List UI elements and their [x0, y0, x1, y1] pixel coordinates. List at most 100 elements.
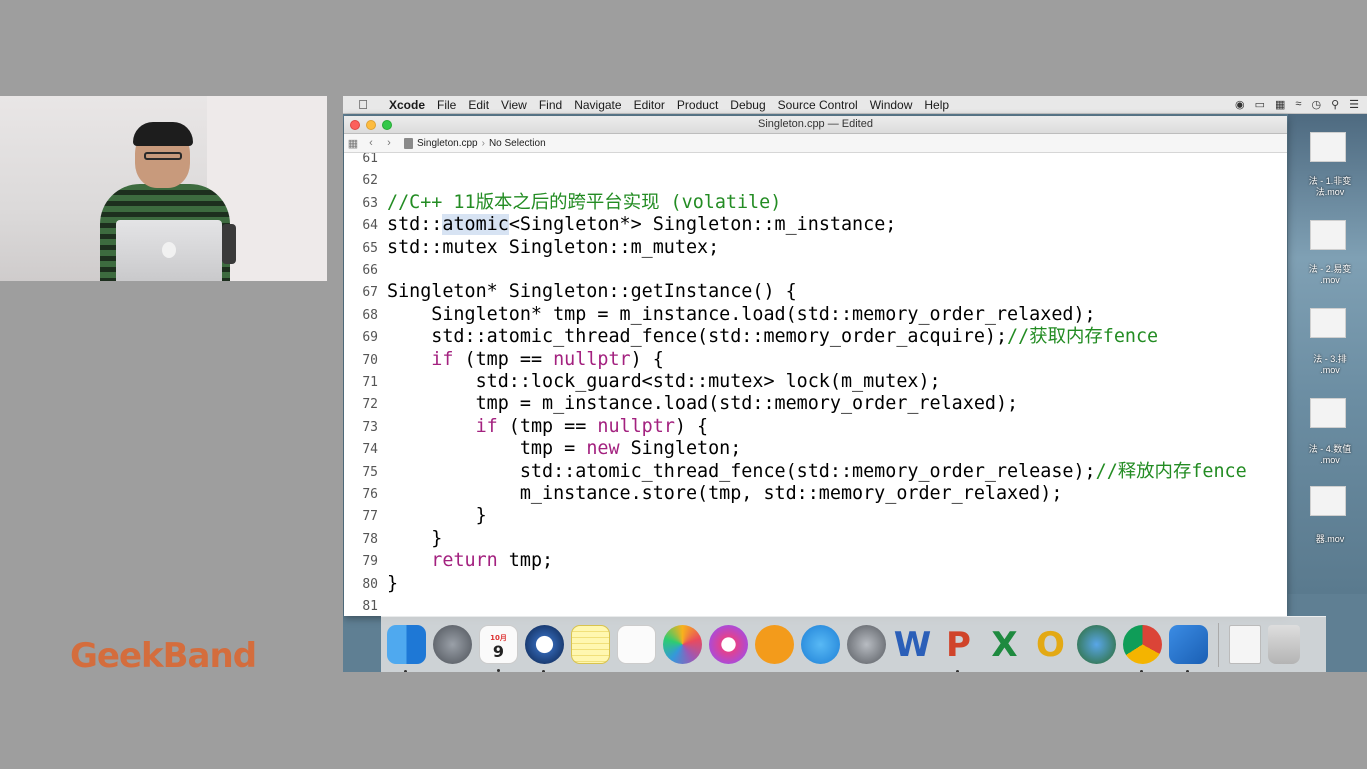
- desktop-file-icon[interactable]: [1310, 132, 1346, 162]
- code-text[interactable]: Singleton* Singleton::getInstance() {: [387, 281, 797, 303]
- code-text[interactable]: std::atomic_thread_fence(std::memory_ord…: [387, 461, 1247, 483]
- system-preferences-icon[interactable]: [847, 625, 886, 664]
- menu-help[interactable]: Help: [918, 98, 955, 112]
- code-text[interactable]: if (tmp == nullptr) {: [387, 416, 709, 438]
- line-number: 80: [362, 576, 378, 592]
- line-number: 62: [362, 173, 378, 189]
- code-line[interactable]: 72 tmp = m_instance.load(std::memory_ord…: [344, 393, 1287, 415]
- code-text[interactable]: if (tmp == nullptr) {: [387, 349, 664, 371]
- code-text[interactable]: //C++ 11版本之后的跨平台实现 (volatile): [387, 192, 781, 214]
- code-line[interactable]: 69 std::atomic_thread_fence(std::memory_…: [344, 326, 1287, 348]
- word-icon[interactable]: W: [893, 625, 932, 665]
- code-text[interactable]: Singleton* tmp = m_instance.load(std::me…: [387, 304, 1095, 326]
- code-line[interactable]: 65 std::mutex Singleton::m_mutex;: [344, 237, 1287, 259]
- menu-find[interactable]: Find: [533, 98, 568, 112]
- code-line[interactable]: 62: [344, 169, 1287, 191]
- itunes-icon[interactable]: [709, 625, 748, 664]
- desktop-file-label[interactable]: 法 - 1.非变 法.mov: [1294, 176, 1366, 198]
- code-line[interactable]: 75 std::atomic_thread_fence(std::memory_…: [344, 461, 1287, 483]
- minimize-window-button[interactable]: [366, 120, 376, 130]
- launchpad-icon[interactable]: [433, 625, 472, 664]
- time-machine-icon[interactable]: ◷: [1311, 98, 1321, 111]
- menu-product[interactable]: Product: [671, 98, 724, 112]
- documents-stack-icon[interactable]: [1229, 625, 1261, 664]
- menu-xcode[interactable]: Xcode: [383, 98, 431, 112]
- calendar-day: 9: [492, 641, 505, 661]
- related-items-icon[interactable]: ▦: [344, 137, 362, 150]
- outlook-icon[interactable]: O: [1031, 625, 1070, 665]
- chrome-icon[interactable]: [1123, 625, 1162, 672]
- code-line[interactable]: 63 //C++ 11版本之后的跨平台实现 (volatile): [344, 192, 1287, 214]
- code-text[interactable]: std::lock_guard<std::mutex> lock(m_mutex…: [387, 371, 941, 393]
- powerpoint-icon[interactable]: P: [939, 625, 978, 672]
- code-line[interactable]: 70 if (tmp == nullptr) {: [344, 349, 1287, 371]
- photos-icon[interactable]: [663, 625, 702, 664]
- close-window-button[interactable]: [350, 120, 360, 130]
- menu-source-control[interactable]: Source Control: [772, 98, 864, 112]
- code-line[interactable]: 66: [344, 259, 1287, 281]
- code-line[interactable]: 61: [344, 153, 1287, 169]
- trash-icon[interactable]: [1268, 625, 1300, 664]
- spotlight-icon[interactable]: ⚲: [1331, 98, 1339, 111]
- code-text[interactable]: std::mutex Singleton::m_mutex;: [387, 237, 719, 259]
- desktop-file-label[interactable]: 法 - 4.数值 .mov: [1294, 444, 1366, 466]
- menu-view[interactable]: View: [495, 98, 533, 112]
- wifi-icon[interactable]: ≈: [1295, 98, 1301, 111]
- menu-debug[interactable]: Debug: [724, 98, 771, 112]
- code-text[interactable]: tmp = new Singleton;: [387, 438, 741, 460]
- code-line[interactable]: 68 Singleton* tmp = m_instance.load(std:…: [344, 304, 1287, 326]
- code-line[interactable]: 67 Singleton* Singleton::getInstance() {: [344, 281, 1287, 303]
- code-line[interactable]: 73 if (tmp == nullptr) {: [344, 416, 1287, 438]
- menu-file[interactable]: File: [431, 98, 462, 112]
- desktop-file-icon[interactable]: [1310, 486, 1346, 516]
- desktop-file-label[interactable]: 法 - 3.排 .mov: [1294, 354, 1366, 376]
- code-line[interactable]: 71 std::lock_guard<std::mutex> lock(m_mu…: [344, 371, 1287, 393]
- notification-center-icon[interactable]: ☰: [1349, 98, 1359, 111]
- excel-icon[interactable]: X: [985, 625, 1024, 665]
- code-text[interactable]: std::atomic<Singleton*> Singleton::m_ins…: [387, 214, 896, 236]
- code-text[interactable]: m_instance.store(tmp, std::memory_order_…: [387, 483, 1063, 505]
- menu-window[interactable]: Window: [864, 98, 919, 112]
- zoom-window-button[interactable]: [382, 120, 392, 130]
- menu-editor[interactable]: Editor: [628, 98, 671, 112]
- network-icon[interactable]: [1077, 625, 1116, 664]
- jumpbar-file[interactable]: Singleton.cpp: [417, 138, 478, 149]
- code-line[interactable]: 64 std::atomic<Singleton*> Singleton::m_i…: [344, 214, 1287, 236]
- code-line[interactable]: 77 }: [344, 505, 1287, 527]
- code-line[interactable]: 79 return tmp;: [344, 550, 1287, 572]
- forward-button[interactable]: ›: [380, 137, 398, 149]
- desktop-file-label[interactable]: 器.mov: [1294, 534, 1366, 545]
- notes-icon[interactable]: [571, 625, 610, 664]
- airplay-icon[interactable]: ▭: [1255, 98, 1265, 111]
- desktop-file-icon[interactable]: [1310, 398, 1346, 428]
- finder-icon[interactable]: [387, 625, 426, 672]
- code-line[interactable]: 76 m_instance.store(tmp, std::memory_ord…: [344, 483, 1287, 505]
- code-text[interactable]: return tmp;: [387, 550, 553, 572]
- jumpbar-selection[interactable]: No Selection: [489, 138, 546, 149]
- desktop-file-icon[interactable]: [1310, 308, 1346, 338]
- quicktime-icon[interactable]: [525, 625, 564, 672]
- desktop-file-icon[interactable]: [1310, 220, 1346, 250]
- back-button[interactable]: ‹: [362, 137, 380, 149]
- code-text[interactable]: std::atomic_thread_fence(std::memory_ord…: [387, 326, 1158, 348]
- source-editor[interactable]: 61 62 63 //C++ 11版本之后的跨平台实现 (volatile) 64 std…: [344, 153, 1287, 616]
- code-line[interactable]: 80}: [344, 573, 1287, 595]
- code-line[interactable]: 74 tmp = new Singleton;: [344, 438, 1287, 460]
- code-text[interactable]: }: [387, 573, 398, 595]
- menu-navigate[interactable]: Navigate: [568, 98, 627, 112]
- menu-edit[interactable]: Edit: [462, 98, 495, 112]
- apple-menu-icon[interactable]: : [343, 97, 383, 112]
- code-line[interactable]: 78 }: [344, 528, 1287, 550]
- code-text[interactable]: tmp = m_instance.load(std::memory_order_…: [387, 393, 1019, 415]
- calendar-icon[interactable]: 10月 9: [479, 625, 518, 672]
- xcode-icon[interactable]: [1169, 625, 1208, 672]
- input-flag-icon[interactable]: ▦: [1275, 98, 1285, 111]
- app-store-icon[interactable]: [801, 625, 840, 664]
- code-text[interactable]: }: [387, 528, 442, 550]
- code-text[interactable]: }: [387, 505, 487, 527]
- record-icon[interactable]: ◉: [1235, 98, 1245, 111]
- ibooks-icon[interactable]: [755, 625, 794, 664]
- code-line[interactable]: 81: [344, 595, 1287, 616]
- reminders-icon[interactable]: [617, 625, 656, 664]
- desktop-file-label[interactable]: 法 - 2.易变 .mov: [1294, 264, 1366, 286]
